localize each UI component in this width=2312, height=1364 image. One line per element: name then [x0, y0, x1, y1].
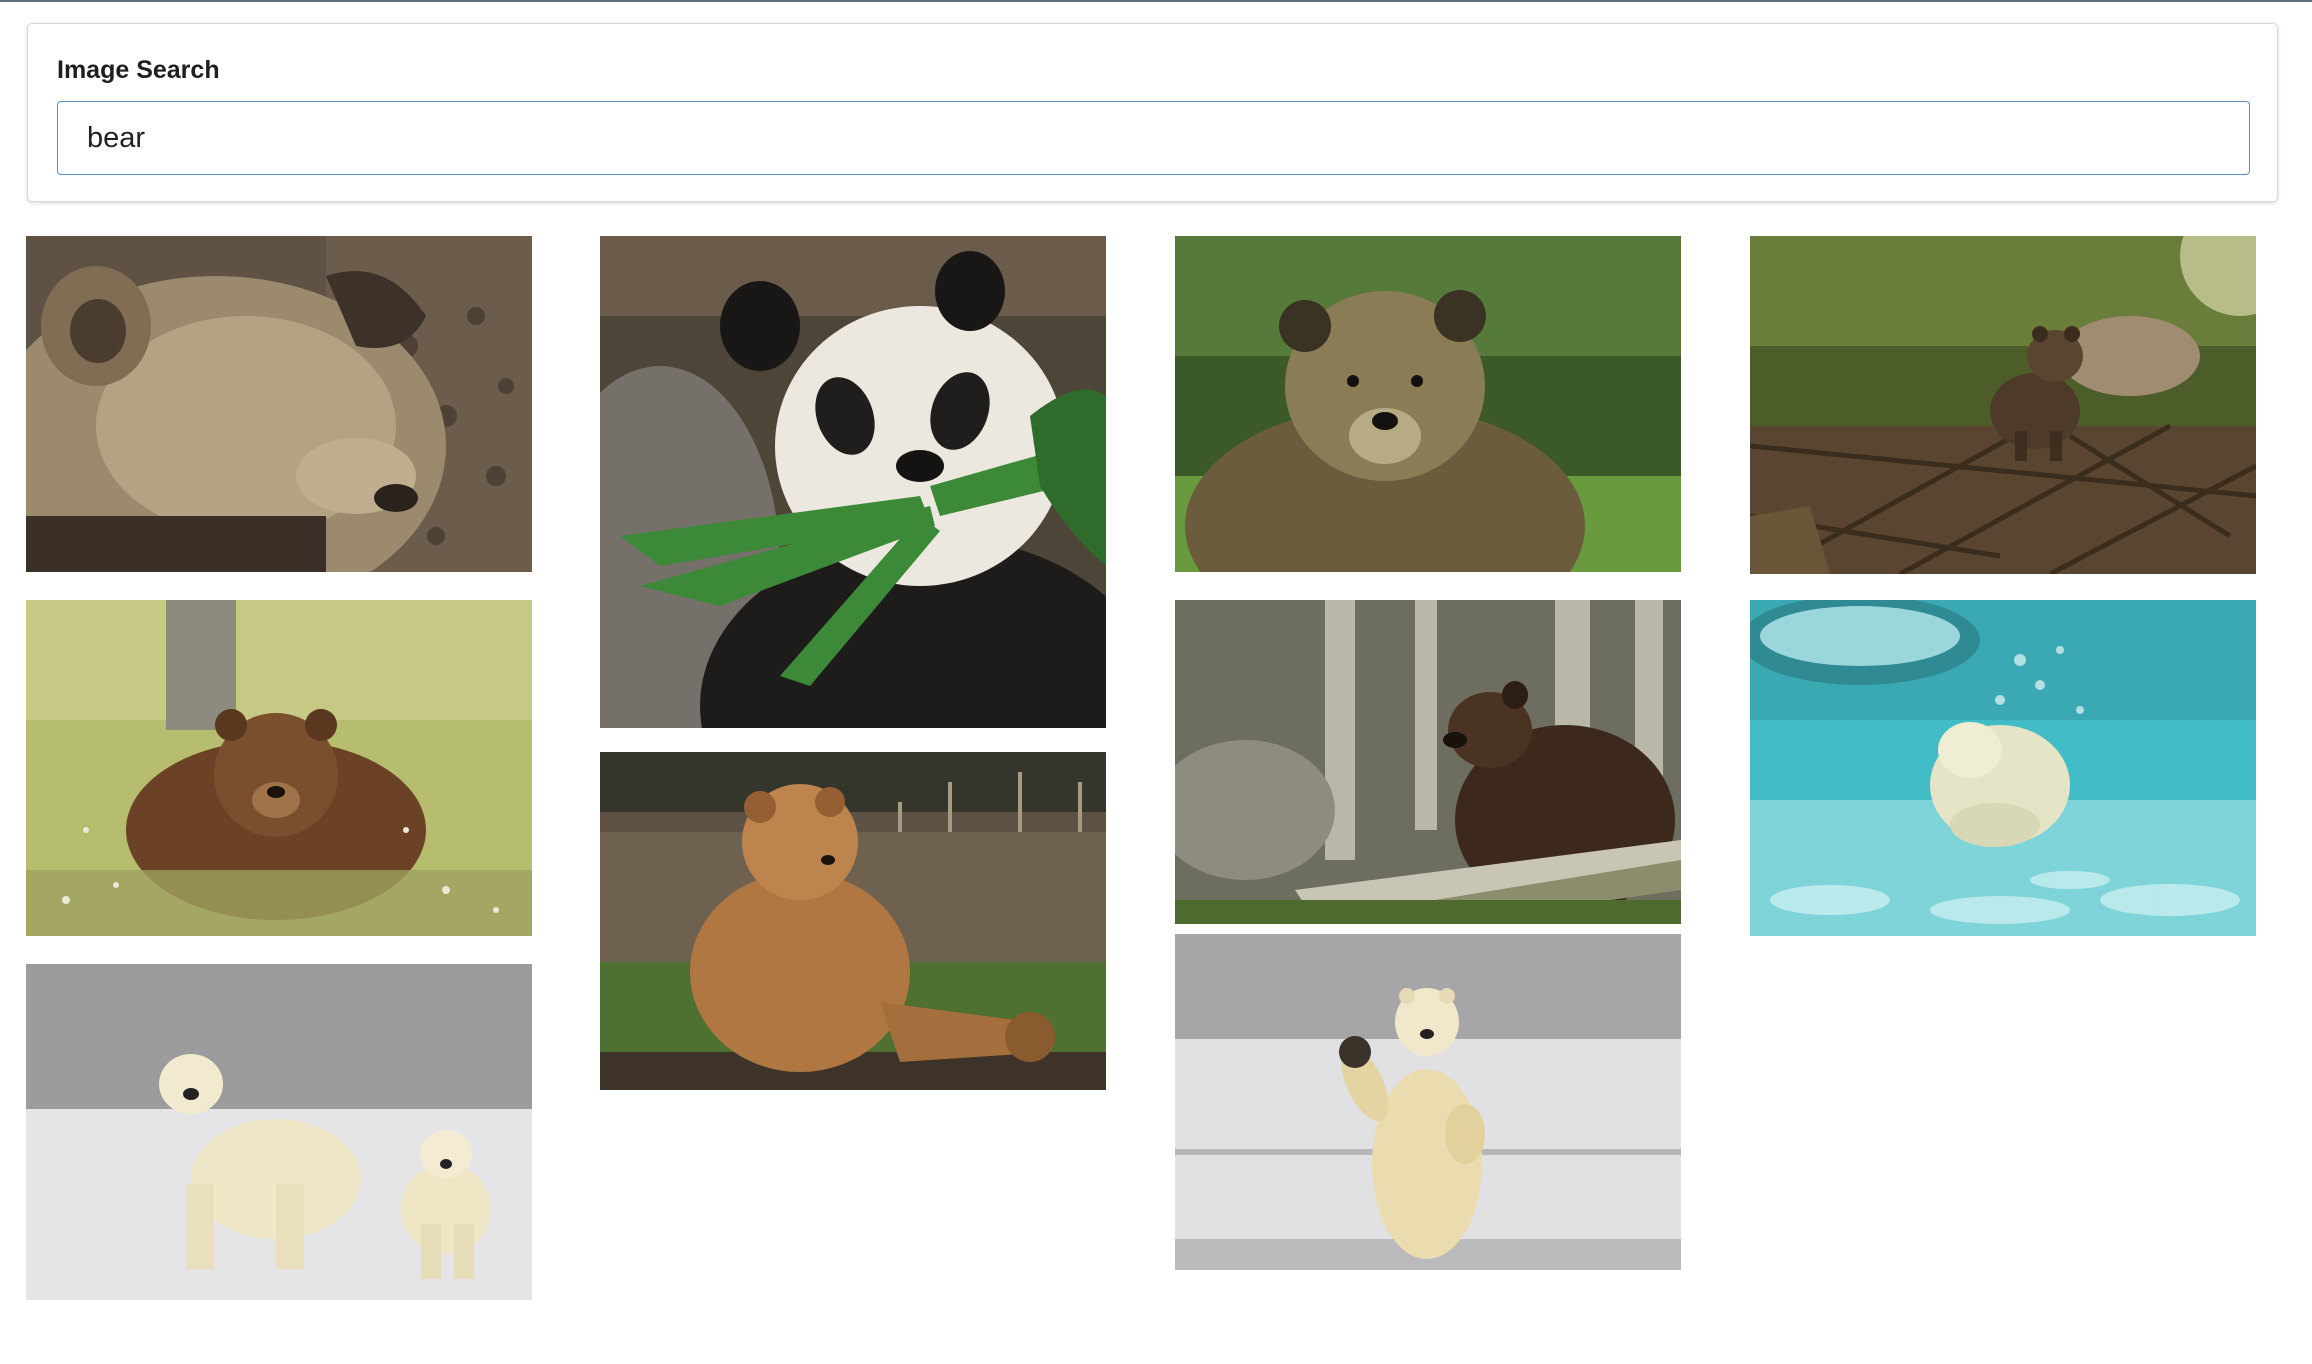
bear-photo — [26, 964, 532, 1300]
bear-photo — [1175, 934, 1681, 1270]
search-input[interactable] — [57, 101, 2250, 175]
bear-photo — [600, 752, 1106, 1090]
bear-photo — [1750, 236, 2256, 574]
result-image-bear-sitting-in-grass[interactable] — [600, 752, 1106, 1090]
bear-photo — [1175, 236, 1681, 572]
result-image-bear-cub-on-branches[interactable] — [1750, 236, 2256, 574]
result-image-polar-bear-mother-and-cub[interactable] — [26, 964, 532, 1300]
result-image-brown-bear-forest[interactable] — [1175, 236, 1681, 572]
top-border — [0, 0, 2312, 2]
search-label: Image Search — [57, 56, 220, 84]
result-image-giant-panda-eating-bamboo[interactable] — [600, 236, 1106, 728]
result-image-brown-bear-behind-log[interactable] — [1175, 600, 1681, 924]
bear-photo — [1750, 600, 2256, 936]
bear-photo — [26, 600, 532, 936]
bear-photo — [26, 236, 532, 572]
result-image-brown-bear-in-meadow[interactable] — [26, 600, 532, 936]
result-image-grizzly-sleeping[interactable] — [26, 236, 532, 572]
bear-photo — [1175, 600, 1681, 924]
result-image-polar-bear-swimming[interactable] — [1750, 600, 2256, 936]
image-search-panel: Image Search — [27, 23, 2278, 202]
panda-photo — [600, 236, 1106, 728]
result-image-polar-bear-standing-waving[interactable] — [1175, 934, 1681, 1270]
